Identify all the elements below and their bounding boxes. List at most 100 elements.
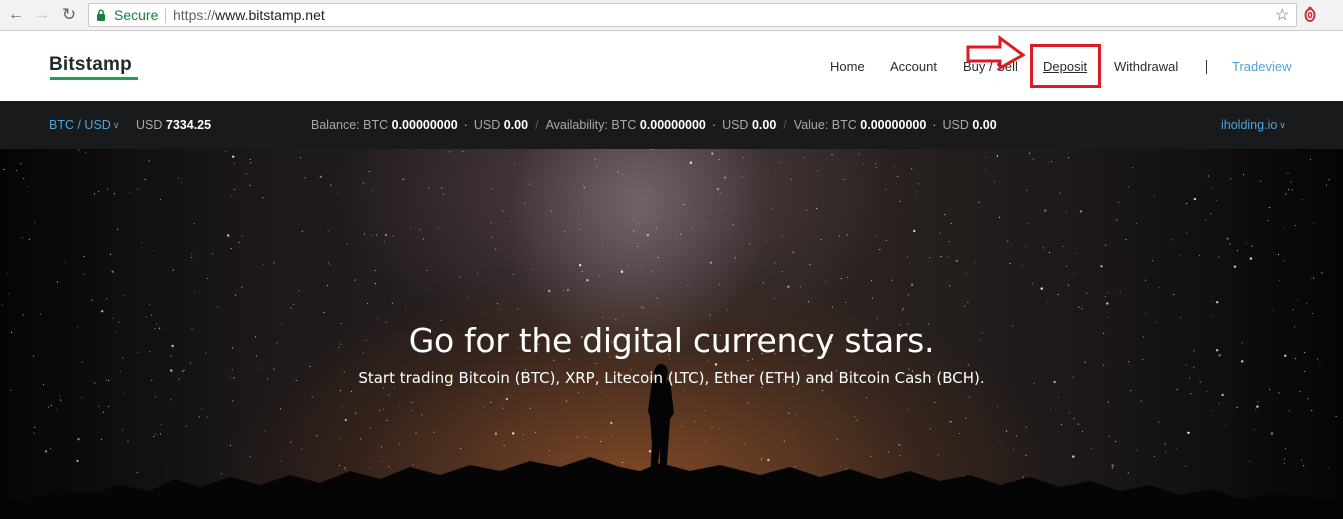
star-dot xyxy=(339,464,341,467)
address-bar[interactable]: Secure https://www.bitstamp.net ☆ xyxy=(88,3,1297,27)
forward-arrow-icon[interactable]: → xyxy=(31,4,53,26)
star-dot xyxy=(323,311,325,314)
star-dot xyxy=(494,248,496,250)
star-dot xyxy=(1225,425,1227,427)
back-arrow-icon[interactable]: ← xyxy=(5,4,27,26)
star-dot xyxy=(907,408,909,411)
star-dot xyxy=(1073,418,1075,420)
star-dot xyxy=(865,397,868,399)
star-dot xyxy=(1065,211,1067,213)
star-dot xyxy=(304,177,306,179)
star-dot xyxy=(381,446,383,448)
star-dot xyxy=(760,458,762,460)
star-dot xyxy=(39,313,41,315)
nav-withdrawal[interactable]: Withdrawal xyxy=(1114,59,1178,74)
star-dot xyxy=(1128,361,1130,363)
star-dot xyxy=(298,290,300,292)
star-dot xyxy=(1185,364,1187,366)
reload-icon[interactable]: ↻ xyxy=(58,4,80,26)
star-dot xyxy=(655,227,657,229)
star-dot xyxy=(907,294,909,296)
star-dot xyxy=(441,187,443,189)
star-dot xyxy=(249,184,251,186)
star-dot xyxy=(264,430,266,432)
star-dot xyxy=(84,152,87,154)
star-dot xyxy=(879,249,881,251)
star-dot xyxy=(602,317,604,319)
star-dot xyxy=(401,178,403,180)
star-dot xyxy=(1028,152,1031,154)
star-dot xyxy=(1193,366,1195,368)
currency-pair-dropdown[interactable]: BTC / USD ∨ xyxy=(49,118,119,132)
star-dot xyxy=(369,467,371,469)
star-dot xyxy=(344,418,347,422)
price-value: 7334.25 xyxy=(165,118,212,132)
star-dot xyxy=(330,184,332,186)
balance-btc: 0.00000000 xyxy=(391,118,458,132)
star-dot xyxy=(224,150,227,152)
star-dot xyxy=(689,161,693,164)
extension-icon[interactable] xyxy=(1303,6,1317,22)
url-text[interactable]: https://www.bitstamp.net xyxy=(173,7,325,23)
star-dot xyxy=(34,426,36,428)
star-dot xyxy=(1172,239,1174,241)
nav-home[interactable]: Home xyxy=(830,59,865,74)
star-dot xyxy=(1290,181,1292,183)
star-dot xyxy=(767,458,770,462)
star-dot xyxy=(742,157,744,159)
star-dot xyxy=(212,253,214,255)
dot-separator: · xyxy=(932,118,937,132)
star-dot xyxy=(917,183,919,185)
star-dot xyxy=(1206,390,1208,392)
star-icon[interactable]: ☆ xyxy=(1275,5,1289,25)
star-dot xyxy=(783,440,785,442)
star-dot xyxy=(787,285,790,288)
star-dot xyxy=(263,263,265,265)
star-dot xyxy=(230,247,232,250)
nav-tradeview[interactable]: Tradeview xyxy=(1232,59,1291,74)
star-dot xyxy=(122,429,124,431)
nav-account[interactable]: Account xyxy=(890,59,937,74)
star-dot xyxy=(245,173,247,175)
star-dot xyxy=(1145,311,1147,313)
star-dot xyxy=(1185,465,1187,467)
star-dot xyxy=(81,396,83,399)
star-dot xyxy=(1025,426,1027,428)
star-dot xyxy=(93,193,96,195)
bitstamp-logo[interactable]: Bitstamp xyxy=(49,54,132,76)
star-dot xyxy=(153,250,155,252)
star-dot xyxy=(148,160,150,162)
star-dot xyxy=(217,306,219,308)
star-dot xyxy=(847,194,849,196)
star-dot xyxy=(599,274,601,276)
star-dot xyxy=(1084,361,1086,363)
star-dot xyxy=(193,223,195,225)
star-dot xyxy=(116,228,119,230)
star-dot xyxy=(604,394,606,396)
star-dot xyxy=(1068,157,1070,159)
star-dot xyxy=(888,451,890,453)
availability-usd: 0.00 xyxy=(751,118,777,132)
star-dot xyxy=(1207,175,1210,177)
star-dot xyxy=(1152,260,1154,262)
star-dot xyxy=(101,310,104,313)
star-dot xyxy=(838,235,840,237)
star-dot xyxy=(1303,465,1305,467)
star-dot xyxy=(368,170,370,173)
star-dot xyxy=(901,309,904,311)
star-dot xyxy=(902,307,904,309)
star-dot xyxy=(1164,443,1166,445)
star-dot xyxy=(695,421,697,423)
star-dot xyxy=(946,256,948,258)
star-dot xyxy=(56,409,58,411)
account-dropdown[interactable]: iholding.io ∨ xyxy=(1221,118,1286,132)
star-dot xyxy=(1031,282,1033,284)
star-dot xyxy=(1312,277,1315,279)
star-dot xyxy=(148,303,151,305)
star-dot xyxy=(897,175,899,177)
star-dot xyxy=(1256,405,1259,408)
star-dot xyxy=(113,193,116,195)
star-dot xyxy=(807,301,809,303)
star-dot xyxy=(49,447,52,449)
star-dot xyxy=(1283,226,1285,228)
